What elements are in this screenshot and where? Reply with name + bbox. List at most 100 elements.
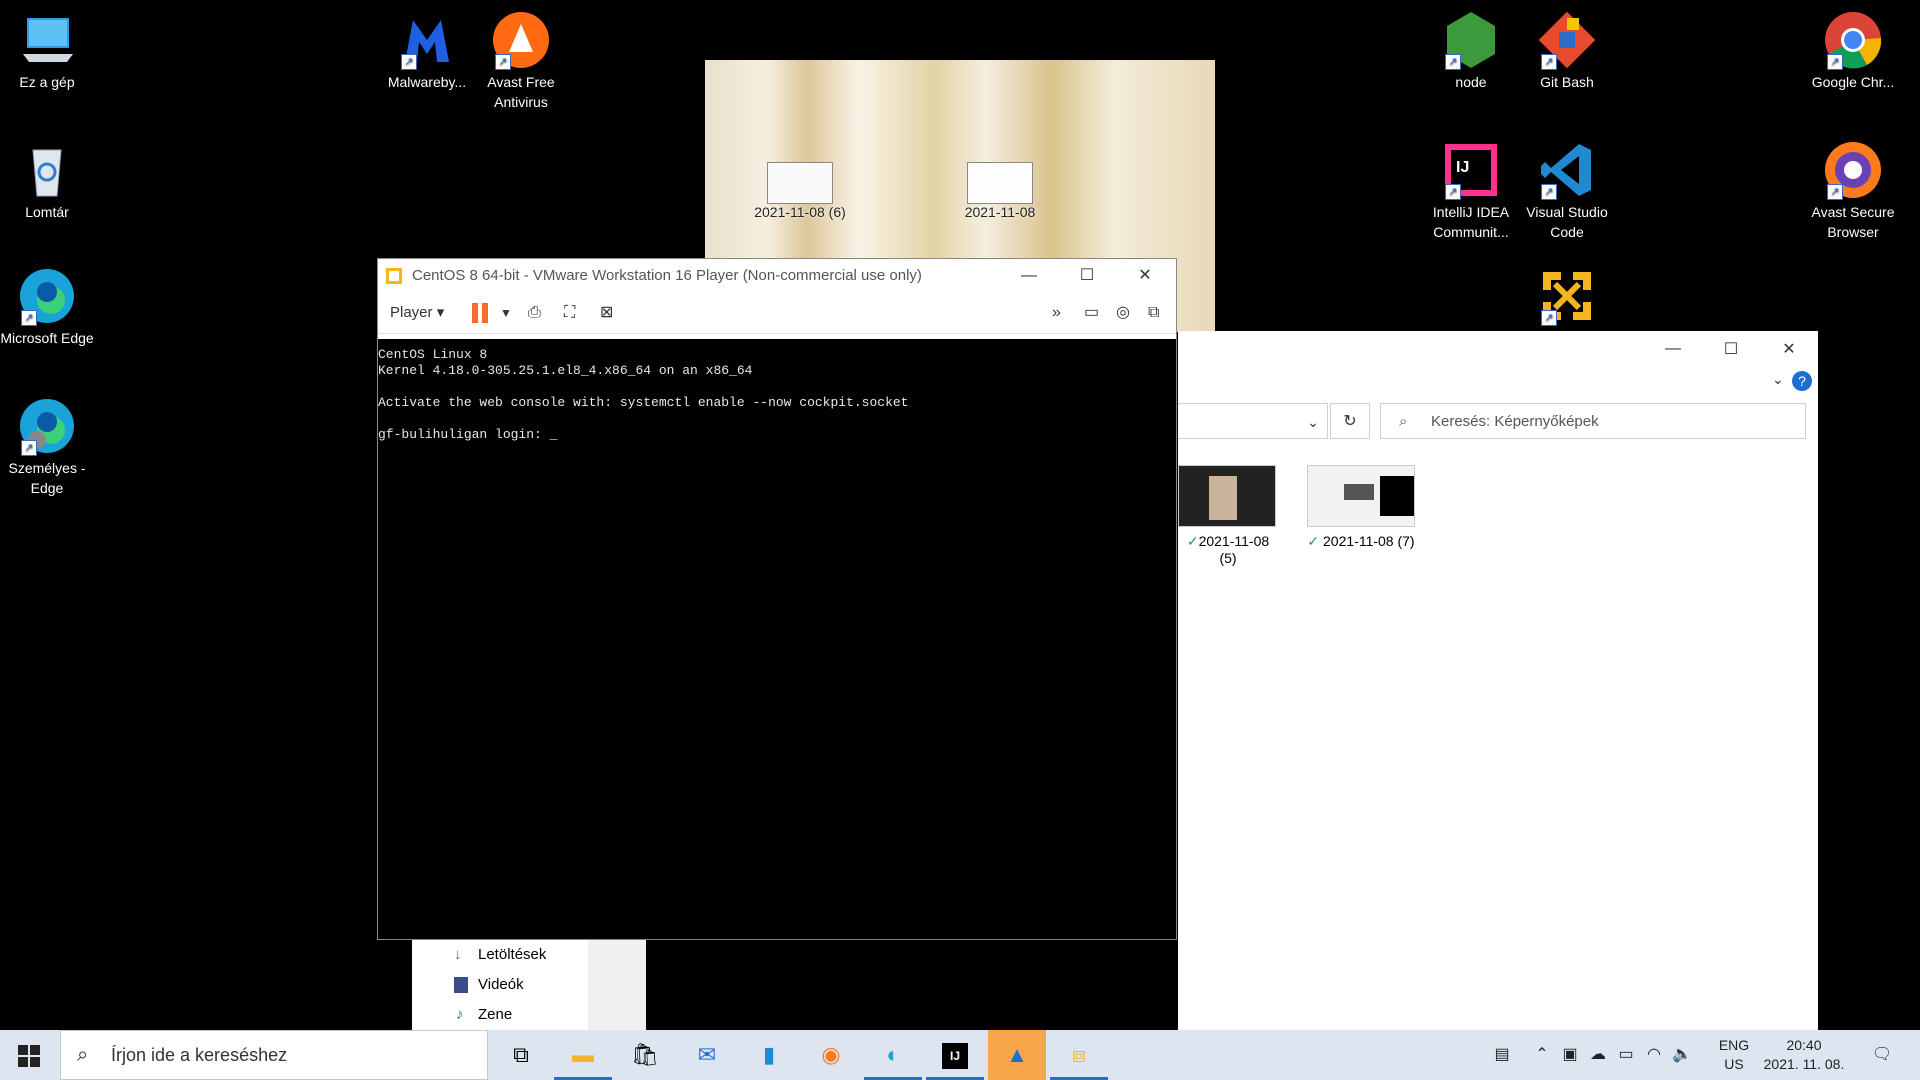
chrome-icon: ↗ (1823, 10, 1883, 70)
news-widget-icon[interactable]: ▤ (1484, 1030, 1520, 1080)
desktop-icon-avast[interactable]: ↗ Avast Free Antivirus (474, 10, 568, 112)
clock-date: 2021. 11. 08. (1763, 1056, 1845, 1072)
nav-item-downloads[interactable]: ↓ Letöltések (412, 940, 606, 970)
taskbar-file-explorer[interactable]: ▬ (554, 1030, 612, 1080)
chevron-down-icon[interactable]: ⌄ (1307, 404, 1319, 440)
desktop-icon-personal-edge[interactable]: ↗ Személyes - Edge (0, 396, 94, 498)
sync-status-icon: ✓ (1186, 533, 1199, 549)
unity-icon[interactable]: ⊠ (600, 301, 613, 325)
notification-center-icon[interactable]: 🗨 (1862, 1030, 1902, 1080)
taskbar: ⌕ Írjon ide a kereséshez ⧉ ▬ 🛍 ✉ ▮ ◉ ◐ I… (0, 1030, 1920, 1080)
search-input[interactable]: ⌕ Keresés: Képernyőképek (1380, 403, 1806, 439)
expand-ribbon-icon[interactable]: ⌄ (1772, 371, 1784, 388)
fullscreen-icon[interactable]: ⛶ (564, 301, 575, 325)
file-thumbnail (1307, 465, 1415, 527)
shortcut-arrow-icon: ↗ (21, 440, 37, 456)
desktop-icon-chrome[interactable]: ↗ Google Chr... (1806, 10, 1900, 92)
file-item[interactable]: ✓2021-11-08 (5) (1178, 465, 1278, 566)
file-label: 2021-11-08 (7) (1323, 533, 1415, 549)
vmware-icon (386, 268, 402, 284)
taskbar-mail[interactable]: ✉ (678, 1030, 736, 1080)
clock[interactable]: 20:40 2021. 11. 08. (1756, 1036, 1852, 1074)
desktop-icon-edge[interactable]: ↗ Microsoft Edge (0, 266, 94, 348)
language-indicator[interactable]: ENG US (1714, 1036, 1754, 1074)
taskbar-avast-browser[interactable]: ◉ (802, 1030, 860, 1080)
store-bag-icon: 🛍 (631, 1042, 659, 1067)
desktop-icon-avast-browser[interactable]: ↗ Avast Secure Browser (1806, 140, 1900, 242)
console-line: CentOS Linux 8 (378, 347, 488, 362)
refresh-button[interactable]: ↻ (1330, 403, 1370, 439)
shortcut-arrow-icon: ↗ (1827, 54, 1843, 70)
video-icon (454, 977, 468, 993)
desktop-icon-label: Lomtár (25, 204, 69, 220)
desktop-icon-vmware[interactable]: ↗ (1520, 266, 1614, 328)
show-hidden-icons[interactable]: ⌃ (1528, 1030, 1556, 1080)
desktop-icon-intellij[interactable]: IJ ↗ IntelliJ IDEA Communit... (1424, 140, 1518, 242)
edge-icon: ◐ (886, 1042, 900, 1067)
desktop-icon-node[interactable]: ↗ node (1424, 10, 1518, 92)
address-bar[interactable]: ⌄ (1178, 403, 1328, 439)
desktop-icon-label: node (1455, 74, 1487, 90)
file-thumbnail (1178, 465, 1276, 527)
desktop-icon-label: Malwareby... (387, 74, 467, 90)
desktop-icon-recycle-bin[interactable]: Lomtár (0, 140, 94, 222)
desktop-icon-label: Ez a gép (19, 74, 75, 90)
nav-item-music[interactable]: ♪ Zene (412, 1000, 606, 1030)
send-ctrl-alt-del-icon[interactable]: ⎙ (528, 301, 541, 325)
pause-button[interactable] (472, 301, 488, 325)
nav-item-videos[interactable]: Videók (412, 970, 606, 1000)
photo-file-label: 2021-11-08 (964, 204, 1036, 220)
volume-icon[interactable]: 🔈 (1668, 1030, 1696, 1080)
file-item[interactable]: ✓ 2021-11-08 (7) (1296, 465, 1426, 550)
desktop-icon-this-pc[interactable]: Ez a gép (0, 10, 94, 92)
scrollbar[interactable] (588, 940, 646, 1032)
screenshot-thumbnail[interactable] (967, 162, 1033, 204)
avast-secure-browser-icon: ↗ (1823, 140, 1883, 200)
keyboard-layout: US (1724, 1056, 1744, 1072)
player-menu-button[interactable]: Player ▾ (390, 301, 444, 325)
battery-icon[interactable]: ▭ (1612, 1030, 1640, 1080)
avast-secure-browser-icon: ◉ (821, 1042, 841, 1067)
clock-time: 20:40 (1786, 1037, 1822, 1053)
taskbar-intellij[interactable]: IJ (926, 1030, 984, 1080)
vm-console[interactable]: CentOS Linux 8 Kernel 4.18.0-305.25.1.el… (378, 339, 1176, 939)
device-icon[interactable]: ▣ (1556, 1030, 1584, 1080)
language-code: ENG (1718, 1037, 1750, 1053)
cd-drive-icon[interactable]: ◎ (1116, 301, 1130, 325)
maximize-icon[interactable]: ☐ (1058, 259, 1116, 293)
start-button[interactable] (0, 1030, 58, 1080)
desktop-icon-vscode[interactable]: ↗ Visual Studio Code (1520, 140, 1614, 242)
desktop-icon-label: IntelliJ IDEA Communit... (1432, 204, 1510, 240)
shortcut-arrow-icon: ↗ (1541, 310, 1557, 326)
shortcut-arrow-icon: ↗ (1541, 54, 1557, 70)
taskbar-vmware[interactable]: ⧈ (1050, 1030, 1108, 1080)
screenshot-thumbnail[interactable] (767, 162, 833, 204)
console-login-prompt[interactable]: gf-bulihuligan login: _ (378, 427, 1176, 443)
vmware-icon: ⧈ (1072, 1042, 1086, 1067)
desktop-icon-label: Avast Free Antivirus (487, 74, 555, 110)
taskbar-phone[interactable]: ▮ (740, 1030, 798, 1080)
network-adapter-icon[interactable]: ⧉ (1148, 301, 1159, 325)
taskbar-search-input[interactable]: ⌕ Írjon ide a kereséshez (60, 1030, 488, 1080)
phone-icon: ▮ (762, 1042, 776, 1067)
taskbar-edge[interactable]: ◐ (864, 1030, 922, 1080)
task-view-button[interactable]: ⧉ (492, 1030, 550, 1080)
more-icon[interactable]: » (1052, 301, 1061, 325)
minimize-icon[interactable]: — (1644, 340, 1702, 358)
onedrive-icon[interactable]: ☁ (1584, 1030, 1612, 1080)
close-icon[interactable]: ✕ (1116, 259, 1174, 293)
taskbar-photos[interactable]: ▲ (988, 1030, 1046, 1080)
refresh-icon: ↻ (1343, 413, 1357, 430)
desktop-icon-malwarebytes[interactable]: ↗ Malwareby... (380, 10, 474, 92)
mail-icon: ✉ (697, 1042, 717, 1067)
removable-device-icon[interactable]: ▭ (1084, 301, 1099, 325)
chevron-down-icon[interactable]: ▼ (500, 301, 512, 325)
wifi-icon[interactable]: ◠ (1640, 1030, 1668, 1080)
maximize-icon[interactable]: ☐ (1702, 339, 1760, 359)
minimize-icon[interactable]: — (1000, 259, 1058, 293)
help-icon[interactable]: ? (1792, 371, 1812, 391)
desktop-icon-git-bash[interactable]: ↗ Git Bash (1520, 10, 1614, 92)
close-icon[interactable]: ✕ (1760, 339, 1818, 359)
taskbar-store[interactable]: 🛍 (616, 1030, 674, 1080)
